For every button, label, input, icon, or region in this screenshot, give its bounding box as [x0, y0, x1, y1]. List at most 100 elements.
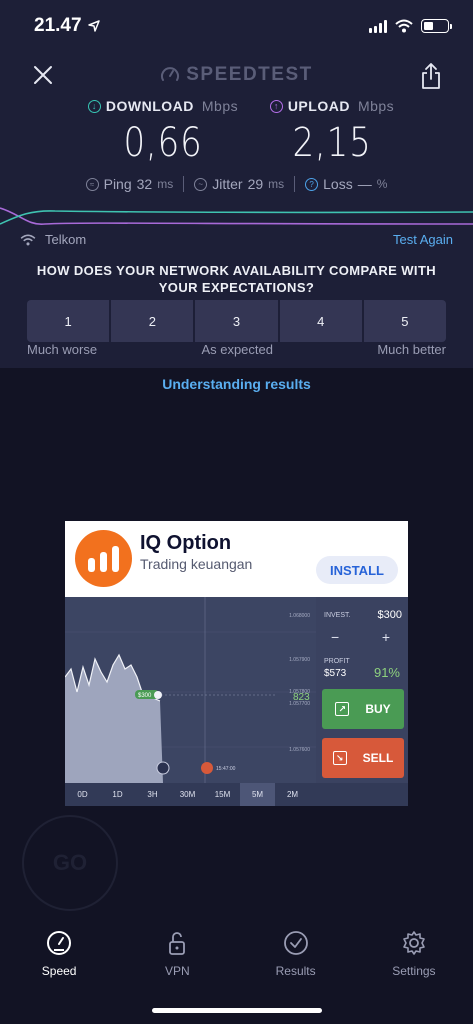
ad-plus-icon: + [381, 629, 390, 645]
rating-option-3[interactable]: 3 [195, 300, 278, 342]
ad-buy-button: ↗ BUY [322, 689, 404, 729]
ad-timeframe-1d: 1D [112, 790, 123, 799]
speed-graph [0, 207, 473, 225]
loss-unit: % [376, 177, 388, 191]
rating-labels: Much worse As expected Much better [27, 342, 446, 357]
jitter-unit: ms [268, 177, 285, 191]
tab-settings-label: Settings [392, 964, 436, 978]
rating-option-2[interactable]: 2 [111, 300, 194, 342]
battery-icon [421, 19, 452, 33]
checkmark-circle-icon [283, 931, 308, 955]
survey-question: HOW DOES YOUR NETWORK AVAILABILITY COMPA… [36, 263, 437, 295]
ad-header: IQ Option Trading keuangan INSTALL [65, 521, 408, 597]
arrow-up-right-icon: ↗ [335, 702, 350, 716]
ad-profit-value: $573 [324, 668, 347, 679]
download-value: 0,66 [123, 120, 203, 166]
iq-option-logo-icon [75, 530, 132, 587]
download-graph-line [0, 210, 473, 225]
download-arrow-icon: ↓ [87, 99, 101, 113]
wifi-icon [395, 19, 413, 33]
tab-vpn[interactable]: VPN [118, 930, 236, 994]
ad-tick-1: 1.068000 [289, 613, 310, 619]
install-button[interactable]: INSTALL [316, 556, 398, 584]
rating-label-high: Much better [377, 342, 446, 357]
rating-scale: 1 2 3 4 5 [27, 300, 447, 342]
ad-timeframe-bar: 0D 1D 3H 30M 15M 5M 2M [65, 783, 408, 806]
upload-arrow-icon: ↑ [269, 99, 283, 113]
loss-label: Loss [323, 176, 353, 192]
ping-stat: ≈ Ping 32 ms [85, 176, 174, 192]
download-metric: ↓ DOWNLOAD Mbps 0,66 [78, 98, 248, 166]
rating-label-mid: As expected [201, 342, 273, 357]
arrow-down-right-icon: ↘ [332, 751, 347, 765]
ad-sell-label: SELL [362, 751, 394, 765]
tab-speed-label: Speed [41, 964, 77, 978]
ad-tick-4: 1.057700 [289, 701, 310, 707]
jitter-label: Jitter [212, 176, 243, 192]
tab-results[interactable]: Results [237, 930, 355, 994]
ad-minus-icon: − [331, 629, 340, 645]
ad-profit-label: PROFIT [324, 658, 350, 665]
wifi-icon [20, 234, 36, 245]
ad-timeframe-0d: 0D [77, 790, 88, 799]
ping-value: 32 [136, 176, 153, 192]
ping-label: Ping [103, 176, 132, 192]
ad-timer: 15:47:00 [216, 766, 236, 772]
speedometer-icon [47, 931, 72, 955]
tab-speed[interactable]: Speed [0, 930, 118, 994]
home-indicator[interactable] [152, 1008, 322, 1013]
jitter-icon: ~ [194, 177, 208, 191]
expiry-flag-icon [201, 762, 213, 774]
jitter-value: 29 [247, 176, 264, 192]
tab-results-label: Results [275, 964, 316, 978]
question-icon[interactable]: ? [305, 177, 319, 191]
go-button-faded: GO [22, 815, 118, 911]
ad-tick-3: 1.057800 [289, 689, 310, 695]
gauge-icon [161, 67, 180, 81]
understanding-results-link[interactable]: Understanding results [0, 376, 473, 392]
stopwatch-icon [156, 761, 170, 775]
loss-value: — [357, 176, 372, 192]
rating-option-1[interactable]: 1 [27, 300, 110, 342]
ad-title: IQ Option [140, 532, 232, 554]
jitter-stat: ~ Jitter 29 ms [194, 176, 284, 192]
ad-timeframe-15m: 15M [214, 790, 231, 799]
download-unit: Mbps [201, 98, 239, 114]
share-icon[interactable] [419, 62, 443, 90]
download-label: DOWNLOAD [105, 98, 194, 114]
tab-settings[interactable]: Settings [355, 930, 473, 994]
ad-sell-button: ↘ SELL [322, 738, 404, 778]
status-bar: 21.47 [34, 12, 452, 40]
ad-trade-panel: INVEST. $300 − + PROFIT $573 91% ↗ BUY ↘… [316, 597, 408, 783]
ad-timeframe-2m: 2M [286, 790, 299, 799]
rating-option-4[interactable]: 4 [279, 300, 362, 342]
latency-stats: ≈ Ping 32 ms ~ Jitter 29 ms ? Loss —% [60, 176, 413, 192]
ad-timeframe-3h: 3H [147, 790, 158, 799]
bottom-tab-bar: Speed VPN Results Settings [0, 930, 473, 994]
ad-tick-5: 1.057600 [289, 747, 310, 753]
isp-name: Telkom [45, 232, 87, 247]
ad-trading-screenshot: $300 15:47:00 823 1.068000 1.057900 1.05… [65, 597, 408, 806]
ad-profit-percent: 91% [373, 665, 400, 680]
rating-option-5[interactable]: 5 [363, 300, 447, 342]
test-again-link[interactable]: Test Again [393, 232, 453, 247]
tab-vpn-label: VPN [165, 964, 190, 978]
ad-timeframe-30m: 30M [179, 790, 196, 799]
ad-tick-2: 1.057900 [289, 657, 310, 663]
ad-timeframe-5m: 5M [240, 783, 275, 806]
upload-label: UPLOAD [287, 98, 350, 114]
advertisement[interactable]: IQ Option Trading keuangan INSTALL $300 … [65, 521, 408, 806]
rating-label-low: Much worse [27, 342, 98, 357]
loss-stat[interactable]: ? Loss —% [305, 176, 387, 192]
cellular-signal-icon [369, 19, 387, 33]
location-arrow-icon [87, 20, 100, 32]
upload-unit: Mbps [357, 98, 395, 114]
ad-buy-label: BUY [365, 702, 391, 716]
clock: 21.47 [34, 15, 82, 36]
ad-subtitle: Trading keuangan [140, 556, 253, 572]
isp-info: Telkom [20, 232, 86, 247]
ad-invest-value: $300 [377, 609, 402, 621]
ping-unit: ms [157, 177, 174, 191]
upload-value: 2,15 [292, 120, 372, 166]
brand-label: SPEEDTEST [186, 64, 313, 85]
